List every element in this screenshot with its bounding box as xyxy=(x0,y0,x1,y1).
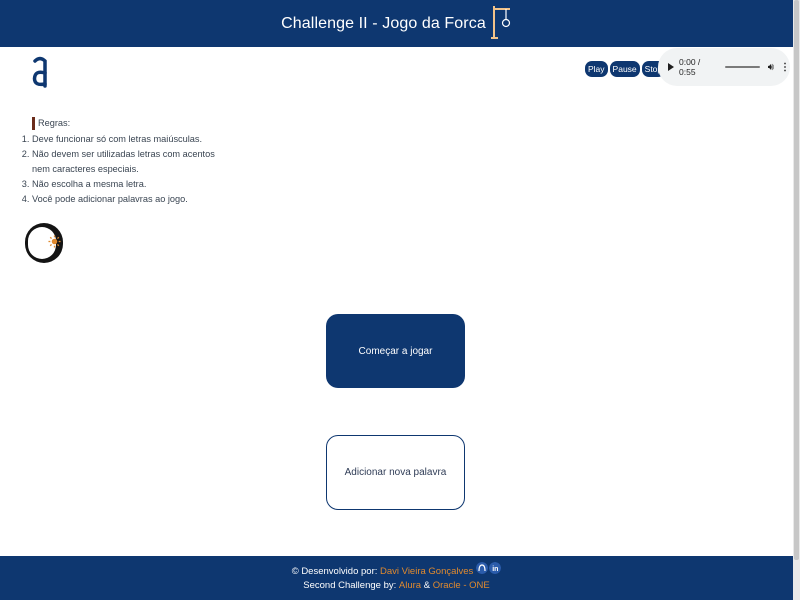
linkedin-icon[interactable]: in xyxy=(489,562,502,574)
add-word-button[interactable]: Adicionar nova palavra xyxy=(326,435,465,510)
footer-ampersand: & xyxy=(423,579,431,591)
rule-item: Não devem ser utilizadas letras com acen… xyxy=(32,147,215,177)
footer-challenge: Second Challenge by: Alura & Oracle - ON… xyxy=(303,578,489,592)
svg-text:in: in xyxy=(493,566,499,573)
alura-logo-icon xyxy=(32,56,47,88)
sun-icon xyxy=(48,235,61,248)
page-footer: © Desenvolvido por: Davi Vieira Gonçalve… xyxy=(0,556,793,600)
pause-button[interactable]: Pause xyxy=(609,61,640,77)
oracle-one-link[interactable]: Oracle - ONE xyxy=(433,580,490,591)
alura-link[interactable]: Alura xyxy=(399,580,421,591)
more-options-icon[interactable]: ⋮ xyxy=(780,62,790,73)
rule-item: Não escolha a mesma letra. xyxy=(32,177,215,192)
page-header: Challenge II - Jogo da Forca xyxy=(0,0,793,47)
audio-time: 0:00 / 0:55 xyxy=(679,57,701,77)
rules-section: Regras: Deve funcionar só com letras mai… xyxy=(23,116,215,207)
page-title: Challenge II - Jogo da Forca xyxy=(281,14,486,32)
rules-heading-bar xyxy=(32,117,35,130)
play-button[interactable]: Play xyxy=(585,61,608,77)
start-game-button[interactable]: Começar a jogar xyxy=(326,314,465,388)
theme-toggle[interactable] xyxy=(25,223,63,263)
rule-item-line: nem caracteres especiais. xyxy=(32,164,139,174)
footer-challenge-prefix: Second Challenge by: xyxy=(303,579,397,591)
footer-credits: © Desenvolvido por: Davi Vieira Gonçalve… xyxy=(291,562,502,578)
rules-heading-text: Regras: xyxy=(38,118,71,128)
social-icons: in xyxy=(476,562,502,574)
footer-credit-prefix: © Desenvolvido por: xyxy=(291,565,378,577)
author-link[interactable]: Davi Vieira Gonçalves xyxy=(380,566,473,577)
audio-play-icon[interactable] xyxy=(668,63,674,71)
rules-heading: Regras: xyxy=(32,116,215,131)
audio-controls: Play Pause Stop xyxy=(585,61,666,77)
rule-item-line: Não devem ser utilizadas letras com acen… xyxy=(32,149,215,159)
volume-icon[interactable]: 🔊︎ xyxy=(768,62,774,73)
audio-player: 0:00 / 0:55 🔊︎ ⋮ xyxy=(658,48,790,86)
audio-seek-bar[interactable] xyxy=(725,66,760,68)
rules-list: Deve funcionar só com letras maiúsculas.… xyxy=(23,132,215,207)
gallows-icon xyxy=(490,5,510,39)
rule-item: Você pode adicionar palavras ao jogo. xyxy=(32,192,215,207)
page-scrollbar[interactable] xyxy=(793,0,800,600)
github-icon[interactable] xyxy=(476,562,489,574)
scrollbar-thumb[interactable] xyxy=(794,0,799,560)
rule-item: Deve funcionar só com letras maiúsculas. xyxy=(32,132,215,147)
